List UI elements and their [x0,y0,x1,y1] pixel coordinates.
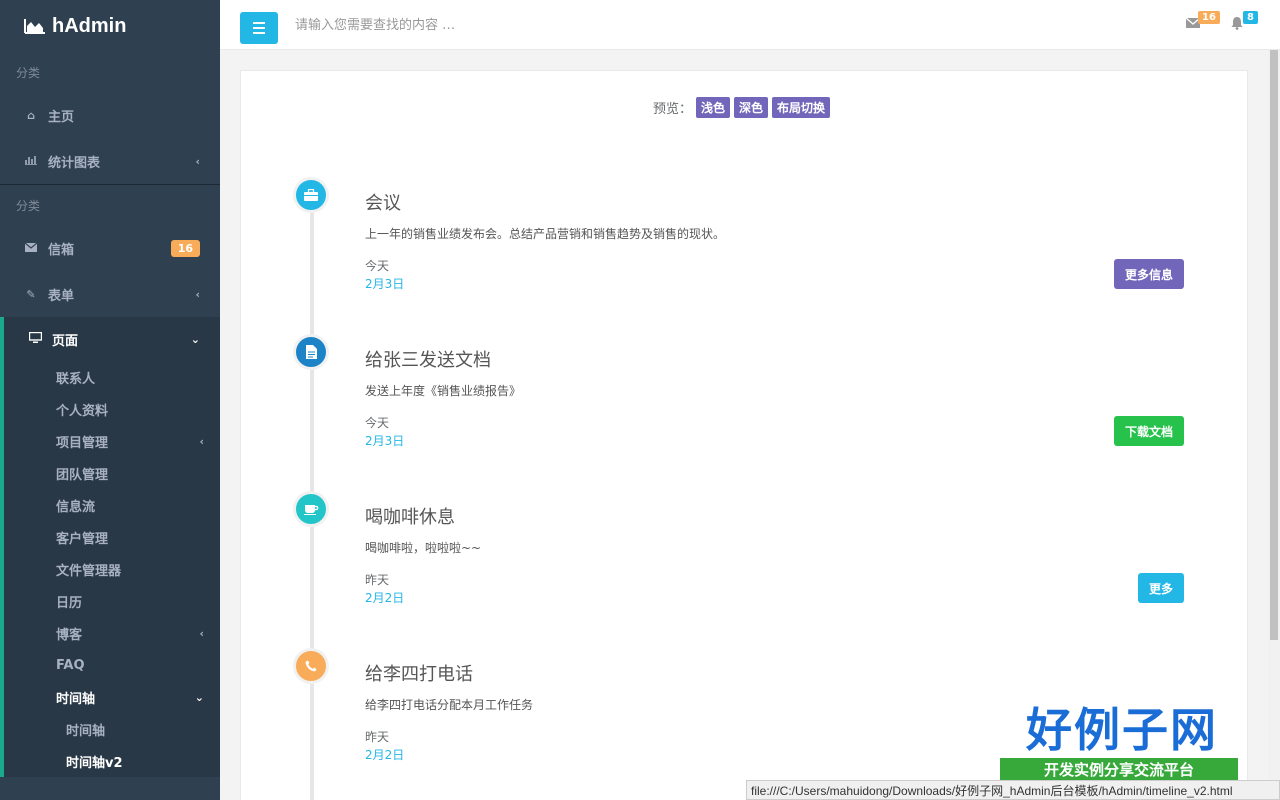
envelope-icon [24,242,38,255]
timeline-item: 会议 上一年的销售业绩发布会。总结产品营销和销售趋势及销售的现状。 今天 2月3… [241,177,1249,317]
chevron-left-icon: ‹ [195,287,200,301]
brand[interactable]: hAdmin [0,0,220,52]
timeline-item-title: 给李四打电话 [365,664,473,685]
timeline-item-day: 今天 [365,416,390,430]
sidebar-subitem-clients[interactable]: 客户管理 [4,521,220,553]
top-navbar: 16 8 [220,0,1280,50]
sidebar-subitem-contacts[interactable]: 联系人 [4,361,220,393]
file-icon [293,334,329,370]
desktop-icon [28,331,42,346]
menu-toggle-button[interactable] [240,12,278,44]
scrollbar-thumb[interactable] [1270,50,1278,640]
more-info-button[interactable]: 更多信息 [1114,259,1184,289]
timeline-item-title: 喝咖啡休息 [365,507,455,528]
preview-label: 预览： [653,102,693,117]
watermark-logo: 好例子网 开发实例分享交流平台 [1000,702,1240,781]
sidebar-subitem-calendar[interactable]: 日历 [4,585,220,617]
chevron-left-icon: ‹ [195,154,200,168]
nav-section-label: 分类 [16,198,41,213]
timeline-item-title: 会议 [365,193,401,214]
page-scrollbar[interactable] [1268,50,1280,800]
sidebar-item-home[interactable]: ⌂ 主页 [0,92,220,138]
sidebar-item-forms[interactable]: ✎ 表单 ‹ [0,271,220,317]
sidebar-subitem-feed[interactable]: 信息流 [4,489,220,521]
coffee-icon [293,491,329,527]
chevron-down-icon: ⌄ [190,332,200,346]
sidebar-item-label: 表单 [48,288,75,304]
sidebar-subsubitem-timeline-v2[interactable]: 时间轴v2 [4,745,220,777]
chevron-down-icon: ⌄ [194,690,204,704]
brand-name: hAdmin [52,14,127,37]
search-input[interactable] [295,15,695,35]
light-theme-button[interactable]: 浅色 [696,97,731,118]
hamburger-icon [253,32,265,34]
timeline-item-day: 今天 [365,259,390,273]
sidebar-subitem-files[interactable]: 文件管理器 [4,553,220,585]
more-button[interactable]: 更多 [1138,573,1184,603]
sidebar-subitem-blog[interactable]: 博客 ‹ [4,617,220,649]
layout-toggle-button[interactable]: 布局切换 [772,97,831,118]
sidebar-subitem-teams[interactable]: 团队管理 [4,457,220,489]
timeline-item: 喝咖啡休息 喝咖啡啦，啦啦啦~~ 昨天 2月2日 更多 [241,491,1249,631]
timeline-panel: 预览： 浅色 深色 布局切换 会议 上一年的销售业绩发布会。总结产品营销和销售趋… [240,70,1248,800]
download-document-button[interactable]: 下载文档 [1114,416,1184,446]
phone-icon [293,648,329,684]
chevron-left-icon: ‹ [199,434,204,448]
sidebar-item-label: 统计图表 [48,155,101,171]
timeline-item-date: 2月3日 [365,434,405,448]
chevron-left-icon: ‹ [199,626,204,640]
watermark-subtitle: 开发实例分享交流平台 [1000,758,1238,781]
timeline-item-day: 昨天 [365,730,390,744]
sidebar-subitem-label: 项目管理 [56,435,109,451]
preview-bar: 预览： 浅色 深色 布局切换 [653,97,831,118]
sidebar-subitem-label: 时间轴 [56,691,96,707]
timeline-item-description: 发送上年度《销售业绩报告》 [365,384,522,398]
sidebar-item-label: 信箱 [48,242,75,258]
area-chart-icon [24,19,45,34]
timeline-item-date: 2月2日 [365,591,405,605]
watermark-title: 好例子网 [1026,703,1218,757]
timeline-item-date: 2月2日 [365,748,405,762]
timeline-item-day: 昨天 [365,573,390,587]
sidebar-subitem-projects[interactable]: 项目管理 ‹ [4,425,220,457]
home-icon: ⌂ [27,108,35,122]
sidebar-item-label: 主页 [48,109,75,125]
sidebar-subitem-profile[interactable]: 个人资料 [4,393,220,425]
timeline-item-description: 喝咖啡啦，啦啦啦~~ [365,541,482,555]
sidebar-subitem-faq[interactable]: FAQ [4,649,220,681]
mailbox-count-badge: 16 [170,239,200,257]
edit-icon: ✎ [26,287,36,301]
sidebar-group-pages: 页面 ⌄ 联系人 个人资料 项目管理 ‹ 团队管理 信息流 客户管理 文件管理器… [0,317,220,777]
dark-theme-button[interactable]: 深色 [734,97,769,118]
sidebar-subitem-timeline[interactable]: 时间轴 ⌄ [4,681,220,713]
sidebar-item-mailbox[interactable]: 信箱 16 [0,225,220,271]
mail-count-badge: 16 [1198,11,1220,24]
hamburger-icon [253,27,265,29]
sidebar: hAdmin 分类 ⌂ 主页 统计图表 ‹ 分类 信箱 16 ✎ 表单 ‹ 页面… [0,0,220,800]
bar-chart-icon [24,155,38,168]
sidebar-subitem-label: 博客 [56,627,83,643]
sidebar-item-pages[interactable]: 页面 ⌄ [4,317,220,361]
notification-count-badge: 8 [1243,11,1258,24]
timeline-item-date: 2月3日 [365,277,405,291]
sidebar-item-label: 页面 [52,333,79,349]
status-bar-url: file:///C:/Users/mahuidong/Downloads/好例子… [746,780,1280,800]
timeline-item-description: 给李四打电话分配本月工作任务 [365,698,534,712]
timeline-item: 给张三发送文档 发送上年度《销售业绩报告》 今天 2月3日 下载文档 [241,334,1249,474]
timeline-item-description: 上一年的销售业绩发布会。总结产品营销和销售趋势及销售的现状。 [365,227,726,241]
briefcase-icon [293,177,329,213]
nav-section-label: 分类 [16,65,41,80]
hamburger-icon [253,22,265,24]
timeline-item-title: 给张三发送文档 [365,350,491,371]
sidebar-subsubitem-timeline[interactable]: 时间轴 [4,713,220,745]
sidebar-item-charts[interactable]: 统计图表 ‹ [0,138,220,184]
